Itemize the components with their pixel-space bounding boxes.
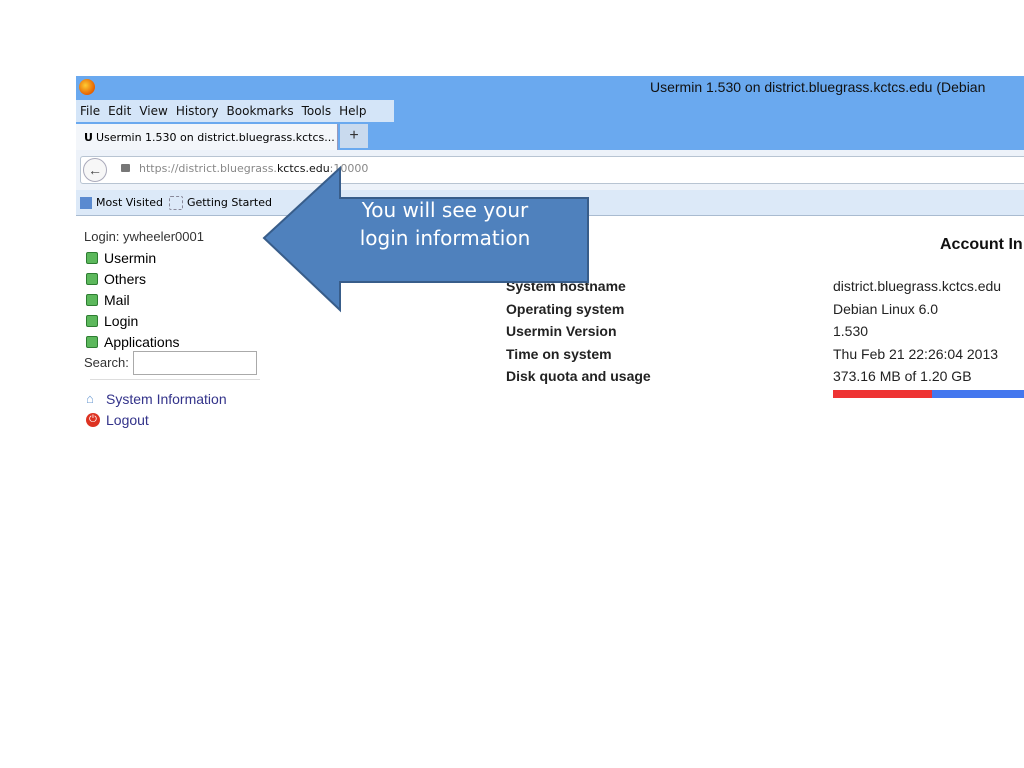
expand-icon	[86, 314, 98, 327]
expand-icon	[86, 272, 98, 285]
menu-edit[interactable]: Edit	[108, 104, 131, 118]
tab-strip: U Usermin 1.530 on district.bluegrass.kc…	[76, 124, 368, 150]
expand-icon	[86, 335, 98, 348]
bookmark-getting-started[interactable]: Getting Started	[168, 195, 272, 210]
menu-history[interactable]: History	[176, 104, 219, 118]
window-title: Usermin 1.530 on district.bluegrass.kctc…	[650, 79, 986, 95]
expand-icon	[86, 293, 98, 306]
login-label: Login: ywheeler0001	[84, 229, 204, 244]
bookmark-most-visited[interactable]: Most Visited	[80, 196, 163, 209]
expand-icon	[86, 251, 98, 264]
category-others[interactable]: Others	[84, 268, 260, 289]
info-row: Usermin Version 1.530	[506, 323, 869, 339]
browser-screenshot: Usermin 1.530 on district.bluegrass.kctc…	[76, 76, 1024, 436]
link-system-information[interactable]: ⌂ System Information	[84, 388, 260, 409]
link-logout[interactable]: ⏻ Logout	[84, 409, 260, 430]
most-visited-icon	[80, 197, 92, 209]
divider	[90, 379, 260, 380]
tab-label: Usermin 1.530 on district.bluegrass.kctc…	[95, 130, 335, 144]
menu-file[interactable]: File	[80, 104, 100, 118]
menu-view[interactable]: View	[139, 104, 167, 118]
info-row: Disk quota and usage 373.16 MB of 1.20 GB	[506, 368, 972, 384]
new-tab-button[interactable]: +	[340, 124, 368, 148]
url-text: https://district.bluegrass.kctcs.edu:100…	[139, 162, 369, 175]
info-row: System hostname district.bluegrass.kctcs.…	[506, 278, 1002, 294]
nav-bar: ← https://district.bluegrass.kctcs.edu:1…	[76, 150, 1024, 190]
lock-icon	[121, 164, 130, 172]
info-row: Time on system Thu Feb 21 22:26:04 2013	[506, 345, 999, 362]
sidebar: Login: ywheeler0001 Usermin Others Mail …	[84, 226, 260, 430]
title-bar: Usermin 1.530 on district.bluegrass.kctc…	[76, 76, 1024, 100]
bookmark-page-icon	[168, 195, 183, 210]
back-arrow-icon[interactable]: ←	[83, 158, 107, 182]
usermin-favicon: U	[84, 130, 93, 144]
url-bar[interactable]: ← https://district.bluegrass.kctcs.edu:1…	[80, 156, 1024, 184]
menu-bar: File Edit View History Bookmarks Tools H…	[76, 100, 394, 122]
category-usermin[interactable]: Usermin	[84, 247, 260, 268]
disk-used-fill	[833, 390, 933, 398]
menu-help[interactable]: Help	[339, 104, 366, 118]
tab-usermin[interactable]: U Usermin 1.530 on district.bluegrass.kc…	[76, 124, 338, 150]
category-applications[interactable]: Applications	[84, 331, 260, 352]
info-row: Operating system Debian Linux 6.0	[506, 300, 939, 317]
search-label: Search:	[84, 355, 129, 370]
system-info-table: System hostname district.bluegrass.kctcs.…	[506, 278, 1001, 391]
search-input[interactable]	[132, 350, 257, 375]
disk-usage-bar	[833, 390, 1024, 398]
callout-text: You will see your login information	[359, 198, 531, 250]
home-icon: ⌂	[86, 391, 94, 406]
page-title: Account In	[940, 236, 1023, 253]
power-icon: ⏻	[86, 412, 100, 427]
bookmarks-toolbar: Most Visited Getting Started	[76, 190, 1024, 216]
category-mail[interactable]: Mail	[84, 289, 260, 310]
category-login[interactable]: Login	[84, 310, 260, 331]
firefox-icon	[79, 79, 95, 95]
menu-tools[interactable]: Tools	[302, 104, 332, 118]
menu-bookmarks[interactable]: Bookmarks	[227, 104, 294, 118]
